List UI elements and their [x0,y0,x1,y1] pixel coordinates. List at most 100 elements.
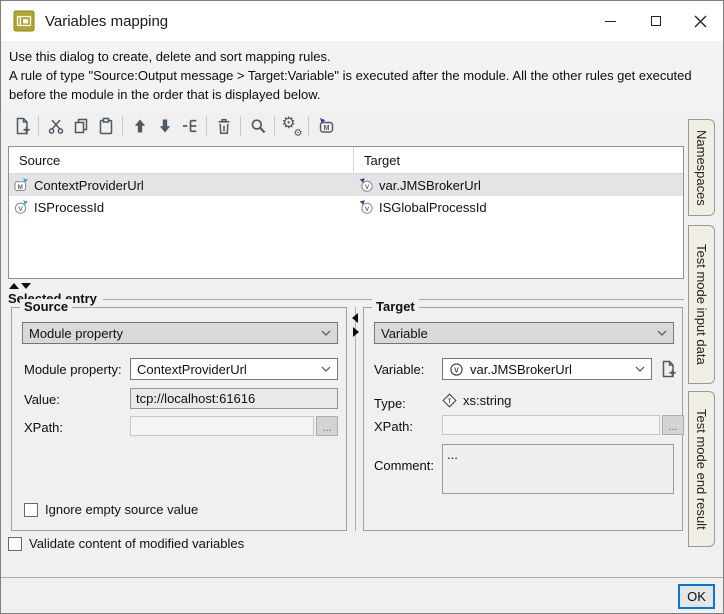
value-label: Value: [24,392,60,407]
move-up-button[interactable] [127,114,152,139]
selected-entry-section: Selected entry [8,291,684,306]
footer-separator [1,577,723,578]
type-label: Type: [374,396,406,411]
toolbar-separator [240,116,241,136]
minimize-icon [605,21,616,22]
module-property-label: Module property: [24,362,122,377]
xpath-browse-button[interactable]: ... [316,416,338,436]
close-icon [694,15,707,28]
ignore-empty-checkbox[interactable] [24,503,38,517]
variable-label: Variable: [374,362,424,377]
window-title: Variables mapping [45,13,168,30]
rule-target-name: ISGlobalProcessId [379,200,487,215]
svg-text:V: V [365,184,370,191]
chevron-down-icon [651,330,667,336]
title-bar: Variables mapping [1,1,723,41]
xpath-label: XPath: [24,420,63,435]
rule-source-name: ContextProviderUrl [34,178,144,193]
type-diamond-icon: T [442,393,457,408]
svg-text:V: V [454,367,459,374]
chevron-down-icon [315,366,331,372]
module-property-value: ContextProviderUrl [137,362,247,377]
ignore-empty-label: Ignore empty source value [45,502,198,517]
move-down-button[interactable] [152,114,177,139]
tab-test-mode-input-data[interactable]: Test mode input data [688,225,715,384]
horizontal-splitter[interactable] [9,283,31,289]
ok-button[interactable]: OK [678,584,715,609]
variable-icon: V [359,178,374,192]
rules-toolbar: ⚙⚙ M [9,113,338,139]
copy-button[interactable] [68,114,93,139]
module-button[interactable]: M [313,114,338,139]
source-group-legend: Source [20,299,72,314]
collapse-right-icon [353,327,359,337]
collapse-up-icon [9,283,19,289]
add-rule-button[interactable] [9,114,34,139]
module-property-icon: M [14,178,29,192]
delete-icon [215,117,233,135]
mapping-rules-table: Source Target M ContextProviderUrl V var… [8,146,684,279]
toolbar-separator [274,116,275,136]
target-group: Target Variable Variable: V var.JMSBroke… [363,307,683,531]
tab-test-mode-end-result[interactable]: Test mode end result [688,391,715,547]
cut-button[interactable] [43,114,68,139]
maximize-button[interactable] [633,1,678,41]
toolbar-separator [206,116,207,136]
collapse-down-icon [21,283,31,289]
description-line-3: before the module in the order that is d… [9,85,715,104]
create-variable-button[interactable] [656,357,680,381]
validate-checkbox[interactable] [8,537,22,551]
dialog-description: Use this dialog to create, delete and so… [1,41,723,111]
toolbar-separator [308,116,309,136]
source-kind-select[interactable]: Module property [22,322,338,344]
splitter-bar [355,307,356,531]
xpath-field [442,415,660,435]
copy-icon [72,117,90,135]
module-property-select[interactable]: ContextProviderUrl [130,358,338,380]
validate-label: Validate content of modified variables [29,536,244,551]
svg-text:T: T [448,398,452,405]
settings-button[interactable]: ⚙⚙ [279,114,304,139]
table-header: Source Target [9,147,683,174]
type-row: T xs:string [442,393,511,408]
svg-text:V: V [365,206,370,213]
xpath-browse-button[interactable]: ... [662,415,684,435]
tab-namespaces[interactable]: Namespaces [688,119,715,216]
search-icon [249,117,267,135]
value-field[interactable] [130,388,338,409]
paste-button[interactable] [93,114,118,139]
table-row[interactable]: M ContextProviderUrl V var.JMSBrokerUrl [9,174,683,196]
add-rule-icon [13,117,31,135]
chevron-down-icon [629,366,645,372]
comment-field[interactable]: ... [442,444,674,494]
xpath-label: XPath: [374,419,413,434]
column-header-source[interactable]: Source [9,147,354,174]
move-up-icon [131,117,149,135]
rule-source-name: ISProcessId [34,200,104,215]
toolbar-separator [122,116,123,136]
close-button[interactable] [678,1,723,41]
move-to-module-button[interactable] [177,114,202,139]
svg-text:M: M [17,184,22,191]
variable-value: var.JMSBrokerUrl [470,362,572,377]
vertical-splitter[interactable] [350,307,362,531]
variable-select[interactable]: V var.JMSBrokerUrl [442,358,652,380]
type-value: xs:string [463,393,511,408]
description-line-2: A rule of type "Source:Output message > … [9,66,715,85]
rule-target-name: var.JMSBrokerUrl [379,178,481,193]
move-down-icon [156,117,174,135]
table-row[interactable]: V ISProcessId V ISGlobalProcessId [9,196,683,218]
search-button[interactable] [245,114,270,139]
svg-text:M: M [323,125,329,132]
variables-mapping-dialog: Variables mapping Use this dialog to cre… [0,0,724,614]
toolbar-separator [38,116,39,136]
column-header-target[interactable]: Target [354,153,400,168]
target-kind-select[interactable]: Variable [374,322,674,344]
minimize-button[interactable] [588,1,633,41]
delete-button[interactable] [211,114,236,139]
module-icon: M [317,117,335,135]
variable-circle-icon: V [449,362,464,377]
target-group-legend: Target [372,299,419,314]
new-variable-icon [659,360,677,378]
xpath-field [130,416,314,436]
